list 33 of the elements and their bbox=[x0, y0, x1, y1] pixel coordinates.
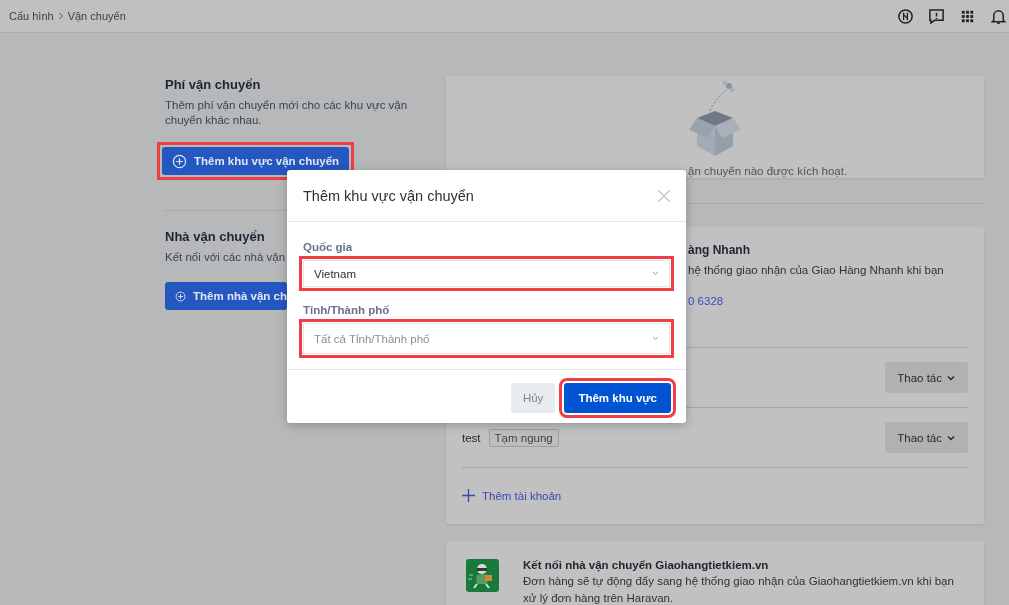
chevron-right-icon bbox=[57, 12, 64, 20]
feedback-icon[interactable] bbox=[928, 7, 945, 25]
add-circle-icon bbox=[175, 288, 187, 304]
breadcrumb-link[interactable]: Cấu hình bbox=[9, 10, 54, 22]
empty-message: ận chuyển nào được kích hoạt. bbox=[688, 165, 848, 177]
carrier-description: Đơn hàng sẽ tự động đẩy sang hệ thống giao nhận của Giaohangtietkiem.vn khi bạn xử lý đơn hàng trên Haravan. bbox=[523, 574, 955, 605]
actions-dropdown[interactable]: Thao tác bbox=[885, 422, 968, 453]
breadcrumb-link[interactable]: Vận chuyển bbox=[67, 10, 126, 22]
section-title: Nhà vận chuyển bbox=[165, 229, 265, 244]
caret-icon bbox=[652, 271, 659, 276]
carrier-title: àng Nhanh bbox=[688, 243, 751, 257]
section-title: Phí vận chuyển bbox=[165, 77, 261, 92]
add-button[interactable]: Thêm khu vực vận chuyển bbox=[162, 147, 350, 175]
modal-title: Thêm khu vực vận chuyển bbox=[303, 187, 474, 204]
courier-icon bbox=[466, 559, 499, 592]
plus-icon bbox=[462, 489, 475, 502]
add-account-link[interactable]: Thêm tài khoản bbox=[462, 467, 968, 523]
field-label: Tỉnh/Thành phố bbox=[303, 304, 391, 316]
section-description: Kết nối với các nhà vận bbox=[165, 250, 287, 265]
field-label: Quốc gia bbox=[303, 241, 354, 253]
carrier-title: Kết nối nhà vận chuyển Giaohangtietkiem.vn bbox=[523, 559, 770, 571]
section-description: Thêm phí vận chuyển mới cho các khu vực vận chuyển khác nhau. bbox=[165, 98, 409, 128]
cancel-button[interactable]: Hủy bbox=[510, 383, 556, 413]
caret-icon bbox=[652, 336, 659, 341]
actions-dropdown[interactable]: Thao tác bbox=[885, 362, 968, 393]
add-circle-icon bbox=[172, 153, 187, 169]
phone-link[interactable]: 0 6328 bbox=[688, 295, 968, 307]
bell-icon[interactable] bbox=[990, 7, 1007, 25]
add-button[interactable]: Thêm nhà vận ch bbox=[165, 282, 287, 310]
status-tag: Tạm ngung bbox=[488, 428, 559, 447]
carrier-description: hệ thống giao nhận của Giao Hàng Nhanh khi bạn bbox=[688, 264, 945, 276]
account-name: test bbox=[462, 431, 481, 444]
circle-icon[interactable] bbox=[897, 7, 914, 25]
